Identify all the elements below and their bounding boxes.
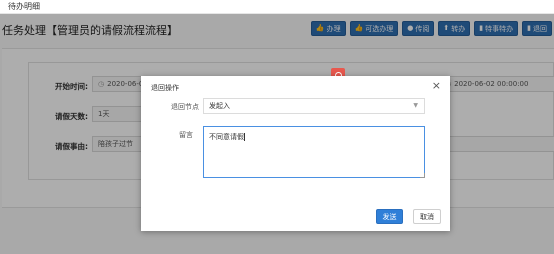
comment-label: 留言	[179, 131, 193, 139]
return-dialog: 退回操作 × 退回节点 发起入 ▼ 留言 不同意请假 发送 取消	[141, 76, 450, 231]
return-node-value: 发起入	[209, 102, 230, 110]
dialog-title: 退回操作	[151, 84, 179, 92]
send-button[interactable]: 发送	[376, 209, 403, 224]
topbar-title: 待办明细	[8, 2, 40, 11]
close-icon[interactable]: ×	[432, 80, 441, 91]
comment-value: 不同意请假	[209, 133, 244, 141]
resize-handle[interactable]	[420, 173, 425, 178]
cancel-button[interactable]: 取消	[413, 209, 441, 224]
return-node-label: 退回节点	[171, 103, 199, 111]
top-bar: 待办明细	[0, 0, 554, 14]
text-caret	[244, 133, 245, 141]
return-node-select[interactable]: 发起入 ▼	[203, 98, 425, 114]
comment-textarea[interactable]: 不同意请假	[203, 126, 425, 178]
chevron-down-icon: ▼	[413, 102, 418, 109]
